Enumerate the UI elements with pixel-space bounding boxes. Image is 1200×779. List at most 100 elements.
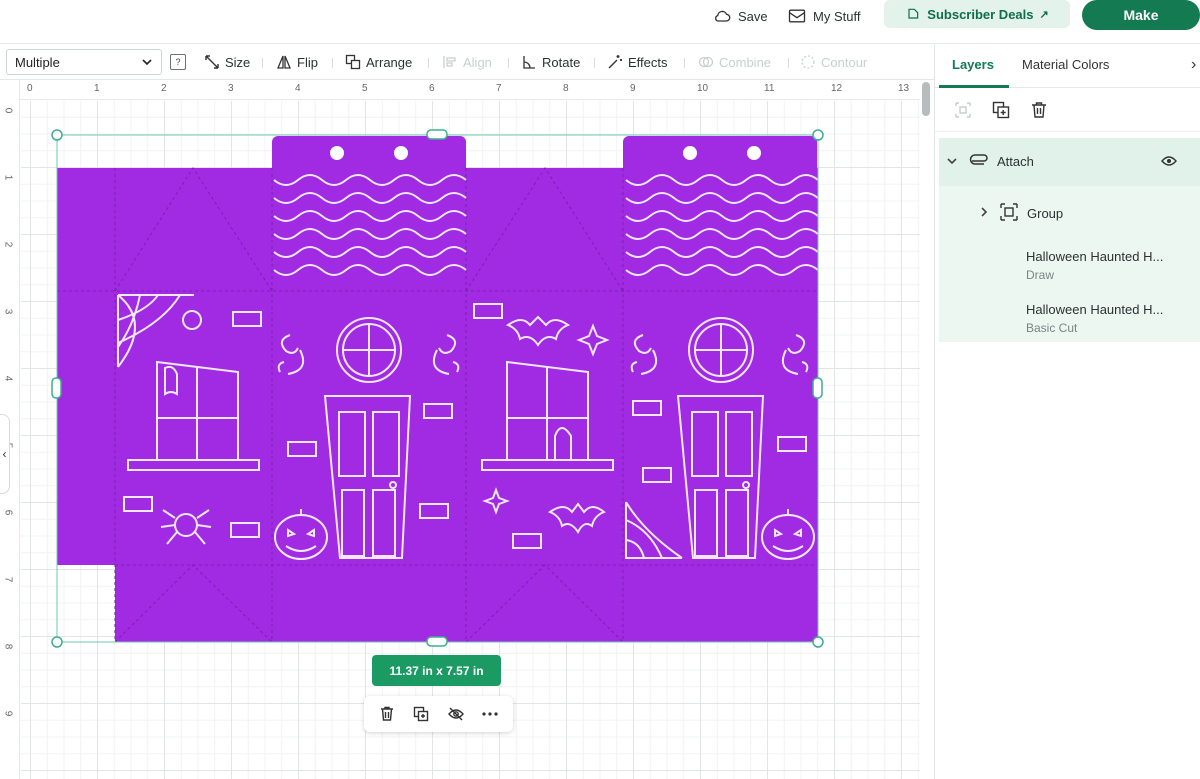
chevron-right-icon[interactable] [979, 206, 989, 218]
size-label: Size [225, 54, 251, 70]
layer-type: Basic Cut [1026, 321, 1078, 335]
group-label[interactable]: Group [1027, 206, 1063, 221]
ruler-tick: 10 [697, 83, 709, 94]
tab-material-colors[interactable]: Material Colors [1022, 57, 1109, 72]
delete-layer-icon[interactable] [1029, 100, 1049, 120]
chevron-left-icon: ‹ [2, 447, 7, 461]
toolbar-divider [508, 58, 509, 68]
ruler-tick: 3 [228, 83, 234, 94]
flip-button[interactable]: Flip [276, 53, 318, 71]
make-button[interactable]: Make [1082, 0, 1200, 30]
external-arrow-icon: ↗ [1039, 8, 1049, 21]
flip-icon [277, 55, 291, 69]
chevron-down-icon[interactable] [946, 155, 958, 167]
subscriber-deals-button[interactable]: Subscriber Deals ↗ [884, 0, 1070, 28]
make-label: Make [1123, 7, 1159, 23]
ruler-tick: 9 [630, 83, 636, 94]
ruler-tick: 4 [2, 375, 14, 382]
top-bar: Save My Stuff Subscriber Deals ↗ Make [0, 0, 1200, 44]
eye-icon[interactable] [1161, 155, 1177, 167]
ruler-tick: 12 [831, 83, 843, 94]
operation-select[interactable]: Multiple [6, 49, 162, 75]
ruler-tick: 6 [2, 509, 14, 516]
combine-icon [698, 56, 714, 68]
layer-type: Draw [1026, 268, 1055, 282]
ungroup-icon[interactable] [953, 100, 973, 120]
help-icon[interactable]: ? [170, 54, 186, 70]
more-options-icon[interactable] [481, 705, 499, 723]
ruler-tick: 3 [2, 308, 14, 315]
subscriber-deals-label: Subscriber Deals [927, 6, 1034, 22]
cloud-icon [715, 10, 731, 22]
combine-label: Combine [719, 54, 772, 70]
ruler-tick: 7 [2, 576, 14, 583]
combine-button[interactable]: Combine [698, 53, 771, 71]
toolbar-divider [332, 58, 333, 68]
edit-toolbar: Multiple ? Size Flip Arrange Align Rotat… [0, 44, 934, 80]
align-label: Align [463, 54, 492, 70]
arrange-label: Arrange [366, 54, 413, 70]
attach-label: Attach [997, 154, 1034, 169]
rotate-angle-icon [523, 56, 535, 69]
ruler-tick: 8 [2, 643, 14, 650]
tag-icon [908, 8, 919, 19]
resize-icon [205, 55, 219, 69]
layer-attach[interactable]: Attach [939, 138, 1200, 186]
ruler-tick: 8 [563, 83, 569, 94]
effects-label: Effects [628, 54, 668, 70]
arrange-icon [345, 54, 361, 70]
tab-layers[interactable]: Layers [952, 57, 994, 72]
contour-label: Contour [821, 54, 868, 70]
flip-label: Flip [297, 54, 318, 70]
trash-icon[interactable] [378, 705, 396, 723]
toolbar-divider [788, 58, 789, 68]
toolbar-divider [594, 58, 595, 68]
ruler-tick: 9 [2, 710, 14, 717]
contour-button[interactable]: Contour [800, 53, 867, 71]
ruler-tick: 11 [764, 83, 775, 94]
quick-actions-bar [364, 696, 513, 732]
group-icon [1000, 203, 1018, 221]
panel-tabs: Layers Material Colors › [935, 44, 1200, 88]
ruler-tick: 4 [295, 83, 301, 94]
ruler-tick: 2 [161, 83, 167, 94]
inbox-icon [788, 9, 806, 23]
toolbar-divider [428, 58, 429, 68]
size-badge-text: 11.37 in x 7.57 in [389, 663, 484, 678]
my-stuff-label: My Stuff [813, 8, 861, 24]
toolbar-divider [684, 58, 685, 68]
effects-button[interactable]: Effects [607, 53, 668, 71]
magic-wand-icon [608, 55, 622, 69]
operation-select-value: Multiple [15, 54, 60, 70]
left-panel-toggle[interactable]: ‹ [0, 414, 10, 494]
size-badge: 11.37 in x 7.57 in [372, 655, 501, 686]
align-icon [443, 56, 456, 68]
ruler-tick: 0 [27, 83, 33, 94]
attach-children: Group Halloween Haunted H... Draw Hallow… [939, 186, 1200, 342]
ruler-tick: 13 [898, 83, 910, 94]
rotate-label: Rotate [542, 54, 581, 70]
align-button[interactable]: Align [442, 53, 492, 71]
duplicate-layer-icon[interactable] [991, 100, 1011, 120]
duplicate-icon[interactable] [412, 705, 430, 723]
layers-panel: Layers Material Colors › Attach Group Ha… [934, 44, 1200, 779]
my-stuff-button[interactable]: My Stuff [787, 4, 860, 28]
paperclip-icon [969, 154, 988, 165]
chevron-down-icon [142, 59, 152, 66]
arrange-button[interactable]: Arrange [345, 53, 412, 71]
size-button[interactable]: Size [204, 53, 250, 71]
contour-icon [801, 55, 815, 69]
layer-name[interactable]: Halloween Haunted H... [1026, 302, 1163, 317]
ruler-tick: 7 [496, 83, 502, 94]
ruler-tick: 0 [2, 107, 14, 114]
save-button[interactable]: Save [712, 4, 768, 28]
hide-icon[interactable] [447, 705, 465, 723]
ruler-tick: 5 [362, 83, 368, 94]
layer-actions [935, 88, 1200, 132]
rotate-button[interactable]: Rotate [521, 53, 580, 71]
vertical-scrollbar[interactable] [922, 82, 930, 116]
help-glyph: ? [175, 57, 181, 67]
layer-name[interactable]: Halloween Haunted H... [1026, 249, 1163, 264]
ruler-tick: 2 [2, 241, 14, 248]
collapse-panel-icon[interactable]: › [1191, 56, 1196, 74]
